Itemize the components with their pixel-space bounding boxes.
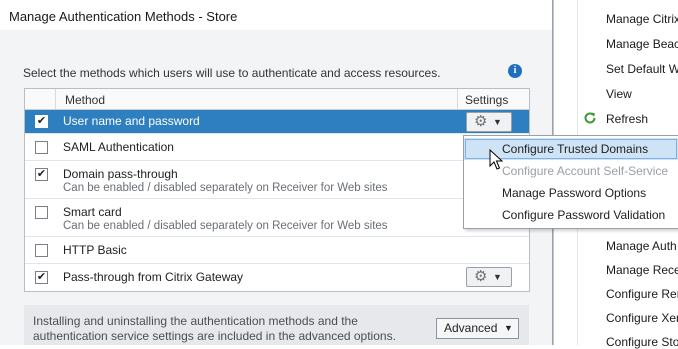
info-icon[interactable]: i xyxy=(508,64,522,78)
action-configure-remote[interactable]: Configure Rer xyxy=(606,287,678,301)
table-row[interactable]: HTTP Basic xyxy=(25,237,529,264)
advanced-button[interactable]: Advanced ▼ xyxy=(436,318,519,339)
method-label: Domain pass-through xyxy=(63,167,178,181)
action-set-default[interactable]: Set Default W xyxy=(606,62,678,76)
advanced-button-label: Advanced xyxy=(444,321,498,335)
settings-dropdown-button[interactable]: ⚙ ▼ xyxy=(466,112,512,132)
menu-item-manage-password-options[interactable]: Manage Password Options xyxy=(464,182,678,204)
header-method[interactable]: Method xyxy=(65,93,105,107)
row-checkbox[interactable]: ✔ xyxy=(35,168,48,181)
header-divider xyxy=(55,89,56,109)
method-sublabel: Can be enabled / disabled separately on … xyxy=(63,182,388,194)
table-row[interactable]: ✔ Domain pass-through Can be enabled / d… xyxy=(25,161,529,199)
gear-icon: ⚙ xyxy=(474,113,488,130)
header-settings[interactable]: Settings xyxy=(465,93,508,107)
refresh-icon xyxy=(584,112,596,124)
table-row[interactable]: SAML Authentication xyxy=(25,134,529,161)
advanced-options-panel: Installing and uninstalling the authenti… xyxy=(24,305,529,345)
action-manage-citrix[interactable]: Manage Citrix xyxy=(606,12,678,26)
action-configure-xenapp[interactable]: Configure Xer xyxy=(606,311,678,325)
gear-icon: ⚙ xyxy=(474,268,488,285)
advanced-options-text: Installing and uninstalling the authenti… xyxy=(33,314,396,343)
action-manage-beacons[interactable]: Manage Beac xyxy=(606,37,678,51)
action-manage-receiver[interactable]: Manage Rece xyxy=(606,263,678,277)
method-label: User name and password xyxy=(63,114,200,128)
menu-item-label: Configure Trusted Domains xyxy=(502,142,649,156)
methods-table: Method Settings ✔ User name and password… xyxy=(24,88,530,292)
row-checkbox[interactable] xyxy=(35,206,48,219)
method-label: HTTP Basic xyxy=(63,243,127,257)
row-checkbox[interactable] xyxy=(35,244,48,257)
chevron-down-icon: ▼ xyxy=(504,323,513,333)
menu-item-configure-password-validation[interactable]: Configure Password Validation xyxy=(464,204,678,226)
action-refresh[interactable]: Refresh xyxy=(606,112,648,126)
method-sublabel: Can be enabled / disabled separately on … xyxy=(63,220,388,232)
row-checkbox[interactable]: ✔ xyxy=(35,271,48,284)
dialog-titlebar: Manage Authentication Methods - Store xyxy=(0,0,552,30)
method-label: Pass-through from Citrix Gateway xyxy=(63,270,244,284)
action-view[interactable]: View xyxy=(606,87,632,101)
header-divider xyxy=(457,89,458,109)
chevron-down-icon: ▼ xyxy=(493,117,502,127)
action-configure-store[interactable]: Configure Stor xyxy=(606,335,678,349)
method-label: Smart card xyxy=(63,205,122,219)
method-label: SAML Authentication xyxy=(63,140,174,154)
table-row[interactable]: Smart card Can be enabled / disabled sep… xyxy=(25,199,529,237)
action-manage-auth[interactable]: Manage Auth xyxy=(606,239,677,253)
table-row[interactable]: ✔ User name and password ⚙ ▼ xyxy=(25,110,529,134)
table-row[interactable]: ✔ Pass-through from Citrix Gateway ⚙ ▼ xyxy=(25,264,529,290)
settings-dropdown-button[interactable]: ⚙ ▼ xyxy=(466,267,512,287)
menu-item-label: Configure Account Self-Service xyxy=(502,164,669,178)
chevron-down-icon: ▼ xyxy=(493,272,502,282)
mouse-cursor-icon xyxy=(489,149,503,170)
table-header: Method Settings xyxy=(25,89,529,110)
instruction-text: Select the methods which users will use … xyxy=(23,66,441,80)
row-checkbox[interactable]: ✔ xyxy=(35,115,48,128)
dialog-title: Manage Authentication Methods - Store xyxy=(9,9,238,24)
row-checkbox[interactable] xyxy=(35,141,48,154)
menu-item-label: Manage Password Options xyxy=(502,186,647,200)
menu-item-label: Configure Password Validation xyxy=(502,208,666,222)
